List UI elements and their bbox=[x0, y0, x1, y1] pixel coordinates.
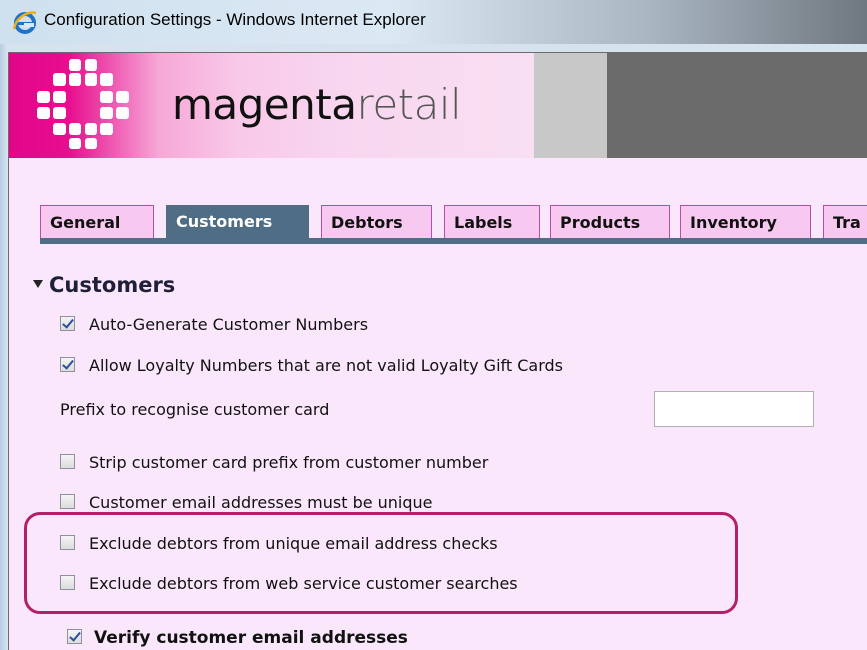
option-auto-generate: Auto-Generate Customer Numbers bbox=[60, 315, 368, 334]
tab-customers[interactable]: Customers bbox=[166, 205, 309, 242]
window-titlebar: Configuration Settings - Windows Interne… bbox=[0, 0, 867, 44]
section-title: Customers bbox=[49, 273, 176, 297]
checkbox-allow-loyalty[interactable] bbox=[60, 357, 75, 372]
highlight-annotation bbox=[24, 512, 738, 614]
checkbox-verify-email[interactable] bbox=[67, 628, 82, 644]
option-unique-email: Customer email addresses must be unique bbox=[60, 493, 433, 512]
section-header-customers[interactable]: Customers bbox=[33, 273, 175, 297]
header-banner: magentaretail bbox=[9, 53, 867, 158]
option-verify-email: Verify customer email addresses bbox=[67, 628, 408, 648]
collapse-triangle-icon bbox=[33, 280, 43, 288]
banner-grey-area bbox=[534, 53, 607, 158]
option-allow-loyalty: Allow Loyalty Numbers that are not valid… bbox=[60, 356, 563, 375]
tab-debtors[interactable]: Debtors bbox=[321, 205, 432, 238]
banner-dark-area bbox=[607, 53, 867, 158]
option-strip-prefix: Strip customer card prefix from customer… bbox=[60, 453, 488, 472]
option-label: Customer email addresses must be unique bbox=[89, 493, 433, 512]
tab-inventory[interactable]: Inventory bbox=[680, 205, 811, 238]
option-label: Allow Loyalty Numbers that are not valid… bbox=[89, 356, 563, 375]
prefix-label: Prefix to recognise customer card bbox=[60, 400, 330, 419]
brand-name-magenta: magenta bbox=[172, 80, 357, 129]
tab-general[interactable]: General bbox=[40, 205, 154, 238]
brand-name: magentaretail bbox=[172, 80, 462, 129]
window-frame-top bbox=[8, 44, 867, 52]
prefix-input[interactable] bbox=[654, 391, 814, 427]
option-label: Strip customer card prefix from customer… bbox=[89, 453, 489, 472]
checkbox-strip-prefix[interactable] bbox=[60, 454, 75, 469]
checkbox-auto-generate[interactable] bbox=[60, 316, 75, 331]
tab-products[interactable]: Products bbox=[550, 205, 670, 238]
tab-labels[interactable]: Labels bbox=[444, 205, 540, 238]
magentaretail-logo-icon bbox=[37, 59, 129, 149]
window-frame-left bbox=[0, 44, 8, 650]
brand-name-retail: retail bbox=[356, 80, 462, 129]
verify-label: Verify customer email addresses bbox=[94, 628, 408, 648]
option-label: Auto-Generate Customer Numbers bbox=[89, 315, 369, 334]
tab-underline bbox=[40, 238, 867, 244]
checkbox-unique-email[interactable] bbox=[60, 494, 75, 509]
window-title: Configuration Settings - Windows Interne… bbox=[44, 10, 426, 29]
tab-tra[interactable]: Tra bbox=[823, 205, 867, 238]
internet-explorer-icon bbox=[12, 11, 37, 34]
